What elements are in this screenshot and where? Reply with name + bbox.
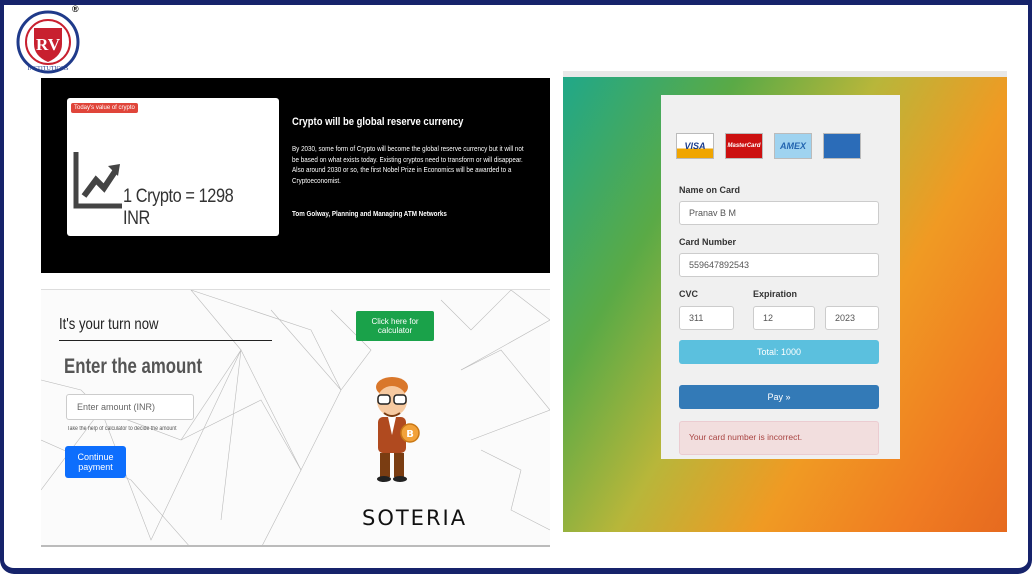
soteria-brand: SOTERIA [362,506,468,530]
pay-button[interactable]: Pay » [679,385,879,409]
rv-logo: RV INSTITUTIONS [12,6,86,74]
amount-help-text: Take the help of calculator to decide th… [67,426,177,432]
calculator-button[interactable]: Click here for calculator [356,311,434,341]
amount-input[interactable] [66,394,194,420]
quote-body: By 2030, some form of Crypto will become… [292,144,524,185]
payment-screenshot: VISA MasterCard AMEX Diners Name on Card… [563,71,1007,532]
heading-underline [59,340,272,341]
svg-text:RV: RV [36,35,61,54]
crypto-value-card: Today's value of crypto 1 Crypto = 1298 … [67,98,279,236]
crypto-rate-text: 1 Crypto = 1298 INR [123,186,234,229]
expiration-label: Expiration [753,289,798,299]
diners-icon: Diners [823,133,861,159]
total-amount: Total: 1000 [679,340,879,364]
enter-amount-heading: Enter the amount [64,355,203,378]
card-error-alert: Your card number is incorrect. [679,421,879,455]
amex-icon: AMEX [774,133,812,159]
expiration-month-field[interactable] [753,306,815,330]
crypto-value-panel: Today's value of crypto 1 Crypto = 1298 … [41,78,550,273]
mastercard-icon: MasterCard [725,133,763,159]
registered-mark: ® [72,4,79,14]
top-strip [563,71,1007,77]
svg-text:B: B [406,429,414,440]
quote-title: Crypto will be global reserve currency [292,116,464,128]
name-on-card-label: Name on Card [679,185,741,195]
mascot-illustration: B [366,375,426,492]
card-number-label: Card Number [679,237,737,247]
turn-heading: It's your turn now [59,316,159,333]
quote-author: Tom Golway, Planning and Managing ATM Ne… [292,209,447,218]
visa-icon: VISA [676,133,714,159]
cvc-field[interactable] [679,306,734,330]
card-logos: VISA MasterCard AMEX Diners [676,133,861,159]
card-number-field[interactable] [679,253,879,277]
name-on-card-field[interactable] [679,201,879,225]
amount-entry-panel: It's your turn now Enter the amount Take… [41,289,550,547]
cvc-label: CVC [679,289,699,299]
payment-form: VISA MasterCard AMEX Diners Name on Card… [661,95,900,459]
svg-text:INSTITUTIONS: INSTITUTIONS [28,66,69,72]
continue-payment-button[interactable]: Continue payment [65,446,126,478]
crypto-value-badge: Today's value of crypto [71,103,138,113]
trending-chart-icon [72,150,124,215]
expiration-year-field[interactable] [825,306,879,330]
